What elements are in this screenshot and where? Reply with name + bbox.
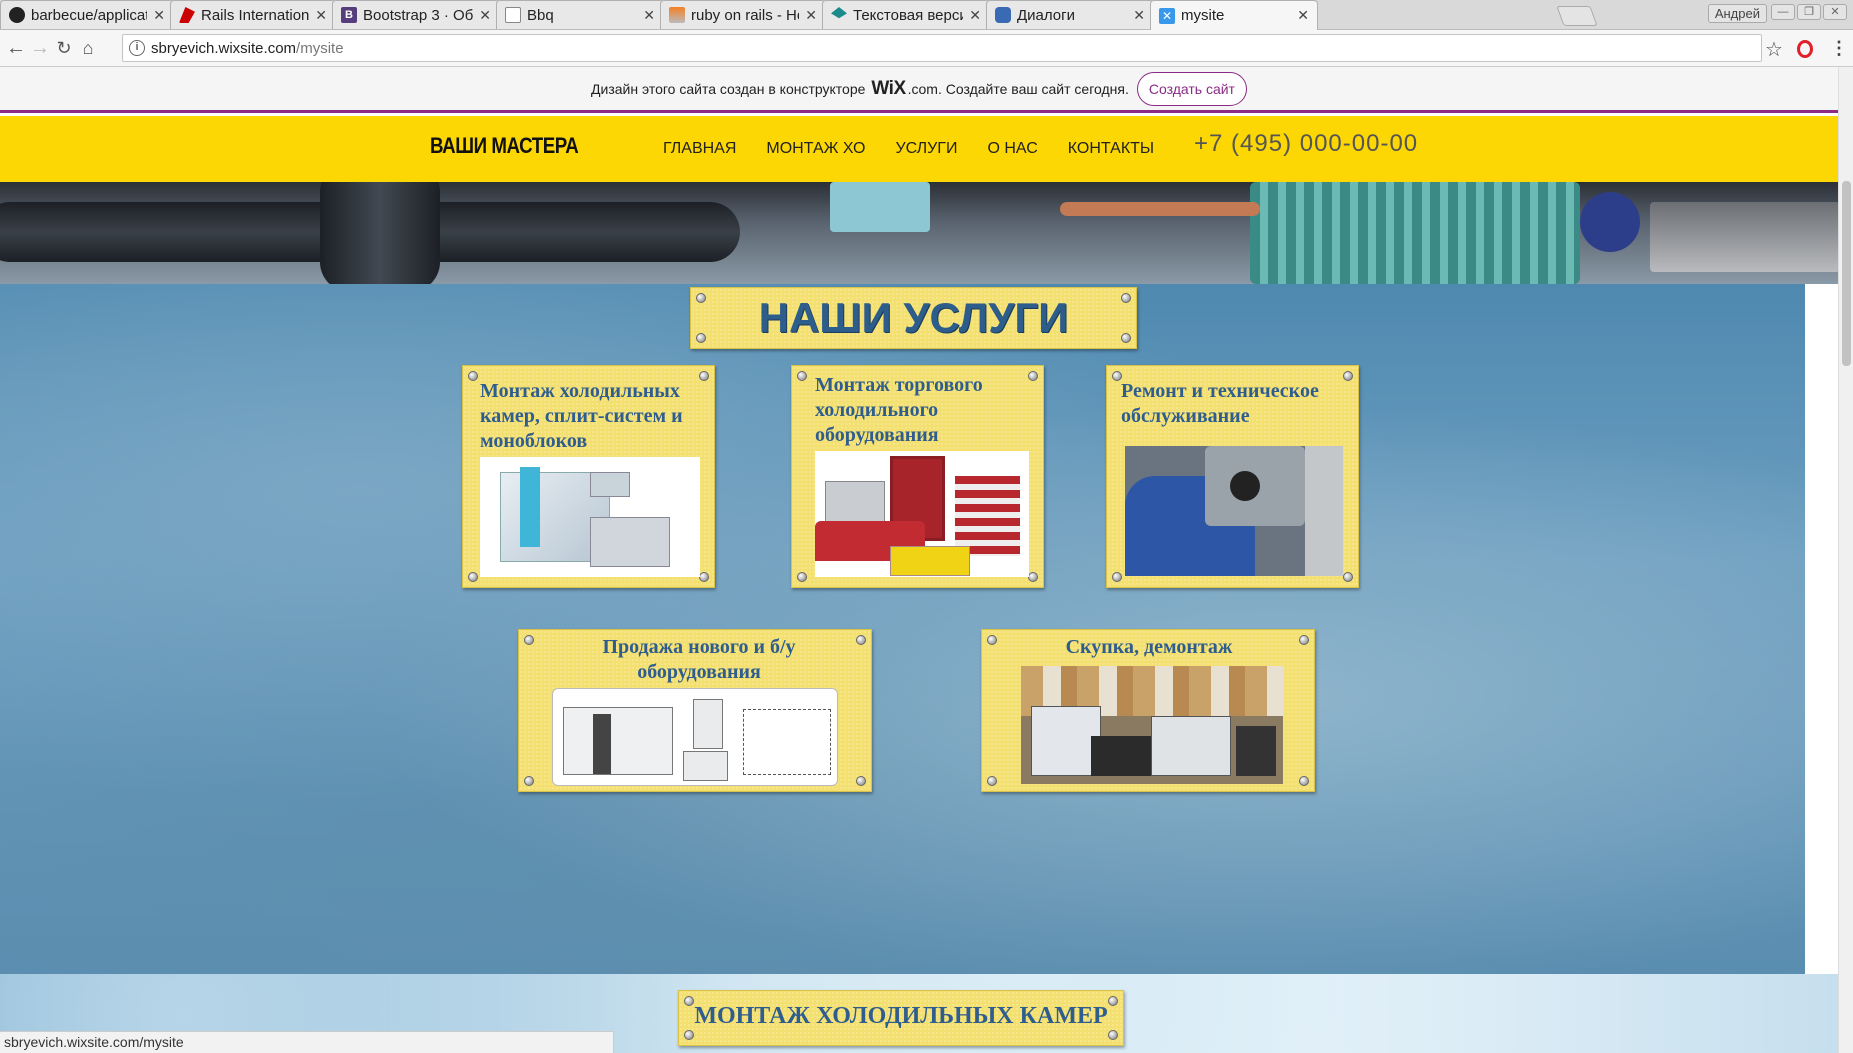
equipment-sale-image xyxy=(552,688,838,786)
service-card[interactable]: Скупка, демонтаж xyxy=(981,629,1315,792)
address-bar[interactable]: i sbryevich.wixsite.com/mysite xyxy=(122,34,1762,62)
tab-strip: barbecue/applicatio✕ Rails International… xyxy=(0,0,1853,30)
home-icon[interactable]: ⌂ xyxy=(76,36,100,60)
service-card-title: Скупка, демонтаж xyxy=(1065,636,1233,658)
scrollbar-thumb[interactable] xyxy=(1842,181,1851,366)
service-card[interactable]: Монтаж торгового холодильного оборудован… xyxy=(791,365,1044,588)
nav-item-installation[interactable]: МОНТАЖ ХО xyxy=(766,140,865,158)
close-tab-icon[interactable]: ✕ xyxy=(805,7,817,24)
service-card-title: Ремонт и техническое обслуживание xyxy=(1121,380,1319,427)
phone-number: +7 (495) 000-00-00 xyxy=(1194,130,1419,157)
next-section-title: МОНТАЖ ХОЛОДИЛЬНЫХ КАМЕР xyxy=(694,1003,1108,1029)
new-tab-button[interactable] xyxy=(1556,6,1598,26)
menu-icon[interactable]: ⋮ xyxy=(1830,38,1848,59)
browser-tab[interactable]: B Bootstrap 3 · Общи✕ xyxy=(332,0,500,29)
browser-tab[interactable]: Диалоги ✕ xyxy=(986,0,1154,29)
service-card[interactable]: Продажа нового и б/у оборудования xyxy=(518,629,872,792)
browser-toolbar: ← → ↻ ⌂ i sbryevich.wixsite.com/mysite ☆… xyxy=(0,30,1853,67)
close-window-icon[interactable]: ✕ xyxy=(1823,4,1847,20)
status-bar: sbryevich.wixsite.com/mysite xyxy=(0,1031,614,1053)
page-viewport: Дизайн этого сайта создан в конструкторе… xyxy=(0,67,1838,1053)
page-scrollbar[interactable] xyxy=(1838,67,1853,1053)
close-tab-icon[interactable]: ✕ xyxy=(315,7,327,24)
nav-item-services[interactable]: УСЛУГИ xyxy=(895,140,957,158)
services-title-plaque: НАШИ УСЛУГИ xyxy=(690,287,1137,349)
service-card[interactable]: Ремонт и техническое обслуживание xyxy=(1106,365,1359,588)
nav-item-home[interactable]: ГЛАВНАЯ xyxy=(663,140,736,158)
page-icon xyxy=(505,7,521,23)
minimize-icon[interactable]: — xyxy=(1771,4,1795,20)
close-tab-icon[interactable]: ✕ xyxy=(969,7,981,24)
main-nav: ГЛАВНАЯ МОНТАЖ ХО УСЛУГИ О НАС КОНТАКТЫ xyxy=(663,140,1154,158)
reload-icon[interactable]: ↻ xyxy=(52,36,76,60)
back-arrow-icon[interactable]: ← xyxy=(4,36,28,60)
bootstrap-icon: B xyxy=(341,7,357,23)
services-title: НАШИ УСЛУГИ xyxy=(758,294,1069,341)
service-card-title: Продажа нового и б/у оборудования xyxy=(602,636,796,683)
opera-icon[interactable] xyxy=(1797,40,1813,58)
browser-tab[interactable]: Bbq ✕ xyxy=(496,0,664,29)
site-header: ВАШИ МАСТЕРА ГЛАВНАЯ МОНТАЖ ХО УСЛУГИ О … xyxy=(0,116,1838,182)
cold-room-image xyxy=(480,457,700,577)
hero-image xyxy=(0,182,1838,284)
close-tab-icon[interactable]: ✕ xyxy=(1297,7,1309,24)
restore-icon[interactable]: ❐ xyxy=(1797,4,1821,20)
chat-icon xyxy=(995,7,1011,23)
close-tab-icon[interactable]: ✕ xyxy=(479,7,491,24)
service-card-title: Монтаж торгового холодильного оборудован… xyxy=(815,374,983,446)
bookmark-star-icon[interactable]: ☆ xyxy=(1765,37,1783,62)
service-card-title: Монтаж холодильных камер, сплит-систем и… xyxy=(480,380,683,452)
forward-arrow-icon[interactable]: → xyxy=(28,36,52,60)
browser-tab-active[interactable]: ✕ mysite ✕ xyxy=(1150,0,1318,30)
browser-tab[interactable]: Текстовая версия у✕ xyxy=(822,0,990,29)
close-tab-icon[interactable]: ✕ xyxy=(153,7,165,24)
nav-item-about[interactable]: О НАС xyxy=(987,140,1037,158)
buyback-image xyxy=(1021,666,1283,784)
wix-logo: WiX xyxy=(871,77,906,99)
close-tab-icon[interactable]: ✕ xyxy=(1133,7,1145,24)
browser-tab[interactable]: Rails Internationaliz✕ xyxy=(170,0,336,29)
wix-icon: ✕ xyxy=(1159,7,1175,24)
repair-technician-image xyxy=(1125,446,1343,576)
browser-tab[interactable]: barbecue/applicatio✕ xyxy=(0,0,174,29)
github-icon xyxy=(9,7,25,23)
rails-icon xyxy=(179,7,195,23)
course-icon xyxy=(831,7,847,19)
create-site-button[interactable]: Создать сайт xyxy=(1136,71,1247,106)
close-tab-icon[interactable]: ✕ xyxy=(643,7,655,24)
service-card[interactable]: Монтаж холодильных камер, сплит-систем и… xyxy=(462,365,715,588)
commercial-fridge-image xyxy=(815,451,1029,577)
site-logo[interactable]: ВАШИ МАСТЕРА xyxy=(430,133,579,159)
stackoverflow-icon xyxy=(669,7,685,23)
wix-banner: Дизайн этого сайта создан в конструкторе… xyxy=(0,67,1838,113)
window-controls: — ❐ ✕ xyxy=(1771,4,1847,20)
nav-item-contacts[interactable]: КОНТАКТЫ xyxy=(1068,140,1154,158)
next-section-title-plaque: МОНТАЖ ХОЛОДИЛЬНЫХ КАМЕР xyxy=(678,990,1124,1046)
info-icon[interactable]: i xyxy=(129,40,145,56)
profile-button[interactable]: Андрей xyxy=(1707,4,1767,23)
browser-tab[interactable]: ruby on rails - How t✕ xyxy=(660,0,826,29)
